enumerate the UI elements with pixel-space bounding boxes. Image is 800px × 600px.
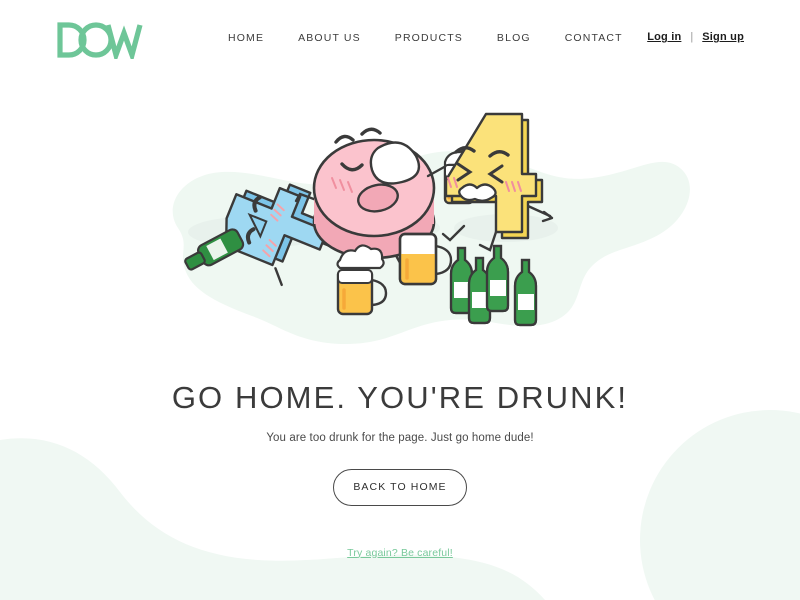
logo-dow-mark — [57, 22, 143, 64]
nav-item-about-us[interactable]: ABOUT US — [298, 32, 361, 44]
nav-item-home[interactable]: HOME — [228, 32, 264, 44]
nav-item-contact[interactable]: CONTACT — [565, 32, 623, 44]
yellow-four-mouth — [458, 183, 497, 202]
auth-links: Log in | Sign up — [647, 31, 744, 43]
page-title: GO HOME. YOU'RE DRUNK! — [171, 380, 629, 415]
try-again-link[interactable]: Try again? Be careful! — [347, 547, 453, 559]
login-link[interactable]: Log in — [647, 31, 681, 43]
nav-item-products[interactable]: PRODUCTS — [395, 32, 463, 44]
page-subtext: You are too drunk for the page. Just go … — [266, 431, 534, 444]
back-to-home-button[interactable]: BACK TO HOME — [333, 468, 467, 506]
site-header: DOW HOME ABOUT US PRODUCTS BLOG CONTACT … — [0, 0, 800, 78]
signup-link[interactable]: Sign up — [702, 31, 744, 43]
drunk-404-illustration — [172, 112, 690, 344]
nav-item-blog[interactable]: BLOG — [497, 32, 531, 44]
error-content: GO HOME. YOU'RE DRUNK! You are too drunk… — [0, 380, 800, 561]
pink-zero-cap — [369, 141, 421, 185]
retry-container: Try again? Be careful! — [0, 543, 800, 561]
auth-separator: | — [690, 31, 694, 43]
cta-container: BACK TO HOME — [0, 468, 800, 506]
page-root: DOW HOME ABOUT US PRODUCTS BLOG CONTACT … — [0, 0, 800, 600]
error-illustration — [140, 100, 700, 350]
main-navigation: HOME ABOUT US PRODUCTS BLOG CONTACT — [228, 32, 623, 44]
logo[interactable]: DOW — [56, 21, 146, 64]
